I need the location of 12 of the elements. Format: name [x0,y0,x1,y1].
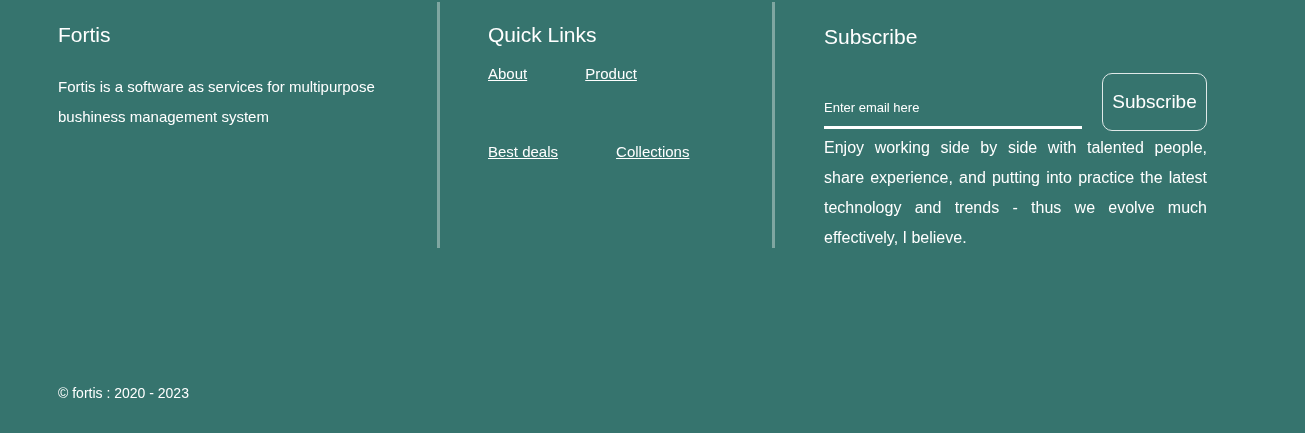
footer-heading: Subscribe [824,24,919,50]
subscribe-text: Enjoy working side by side with talented people, share experience, and putting into practice the latest technology and trends - thus we evolve much effectively, I believe. [824,138,1207,248]
footer-link[interactable]: Collections [616,142,690,162]
email-field[interactable]: Enter email here [824,95,1082,129]
subscribe-button[interactable]: Subscribe [1102,73,1207,131]
about-text: Fortis is a software as services for multipurpose bushiness management system [58,77,376,127]
footer-link[interactable]: About [488,64,528,84]
footer-heading: Quick Links [488,22,598,48]
footer-heading: Fortis [58,22,112,48]
footer-link[interactable]: Best deals [488,142,559,162]
footer-link[interactable]: Product [585,64,637,84]
copyright-text: © fortis : 2020 - 2023 [58,384,189,402]
